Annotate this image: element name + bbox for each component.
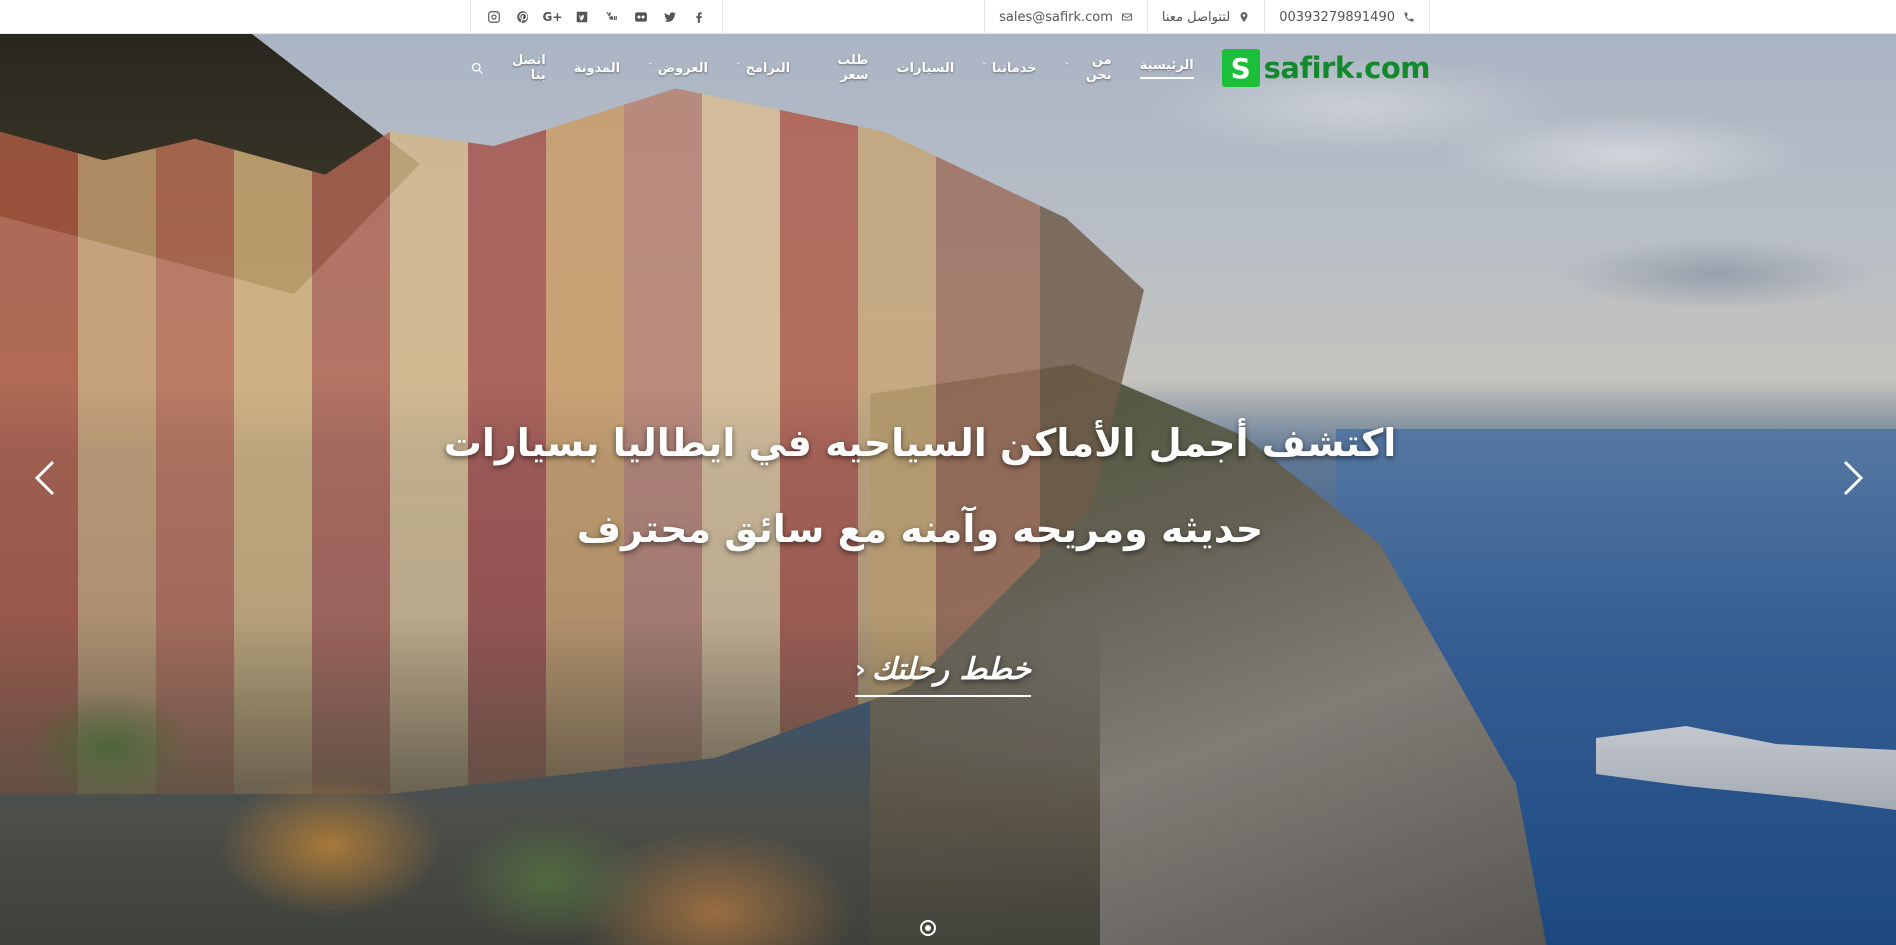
chevron-left-icon: ‹ — [855, 654, 866, 685]
map-marker-icon — [1240, 12, 1248, 22]
nav-item-programs[interactable]: البرامج ˇ — [722, 48, 804, 88]
slider-dot[interactable] — [920, 920, 936, 936]
nav-menu: الرئيسية من نحن ˇ خدماتنا ˇ السيارات طلب… — [470, 48, 1208, 88]
logo-text: safirk.com — [1263, 51, 1431, 85]
site-logo[interactable]: S safirk.com — [1221, 49, 1431, 87]
slider-next-arrow[interactable] — [1838, 455, 1868, 501]
nav-item-contact[interactable]: اتصل بنا — [490, 48, 560, 88]
contact-us-link[interactable]: لتتواصل معنا — [1146, 0, 1264, 34]
logo-badge: S — [1221, 49, 1260, 87]
plan-trip-button[interactable]: خطط رحلتك ‹ — [855, 652, 1032, 697]
nav-item-blog[interactable]: المدونة — [560, 48, 634, 88]
chevron-down-icon: ˇ — [1064, 63, 1070, 73]
chevron-down-icon: ˇ — [982, 63, 987, 73]
twitter-icon[interactable] — [662, 9, 678, 25]
facebook-icon[interactable] — [691, 9, 707, 25]
social-links: G+ — [470, 0, 723, 34]
phone-text: 00393279891490 — [1279, 9, 1395, 25]
email-text: sales@safirk.com — [999, 9, 1113, 25]
hero-heading-line-1: اكتشف أجمل الأماكن السياحيه في ايطاليا ب… — [443, 421, 1397, 465]
hero-caption: اكتشف أجمل الأماكن السياحيه في ايطاليا ب… — [420, 400, 1420, 572]
google-plus-icon[interactable]: G+ — [542, 9, 562, 25]
top-bar: G+ sales@safirk.com لتتواصل معنا 0039327… — [0, 0, 1896, 34]
nav-item-home[interactable]: الرئيسية — [1126, 48, 1208, 88]
instagram-icon[interactable] — [486, 9, 502, 25]
chevron-down-icon: ˇ — [648, 63, 653, 73]
youtube-icon[interactable] — [603, 9, 619, 25]
nav-item-about[interactable]: من نحن ˇ — [1051, 48, 1126, 88]
chevron-down-icon: ˇ — [735, 63, 741, 73]
nav-item-offers[interactable]: العروض ˇ — [634, 48, 722, 88]
top-bar-inner: G+ sales@safirk.com لتتواصل معنا 0039327… — [470, 0, 1430, 34]
vimeo-icon[interactable] — [574, 9, 590, 25]
envelope-icon — [1121, 13, 1132, 21]
nav-item-cars[interactable]: السيارات — [882, 48, 968, 88]
contact-info: sales@safirk.com لتتواصل معنا 0039327989… — [984, 0, 1430, 34]
hero-heading-line-2: حديثه ومريحه وآمنه مع سائق محترف — [576, 507, 1264, 551]
search-icon[interactable] — [470, 58, 486, 78]
main-navigation: S safirk.com الرئيسية من نحن ˇ خدماتنا ˇ… — [470, 48, 1431, 88]
slider-pagination — [920, 920, 936, 936]
plan-trip-label: خطط رحلتك — [871, 652, 1032, 687]
phone-contact[interactable]: 00393279891490 — [1264, 0, 1430, 34]
chevron-left-icon — [34, 460, 55, 496]
phone-icon — [1404, 12, 1414, 22]
slider-prev-arrow[interactable] — [30, 455, 60, 501]
nav-item-quote[interactable]: طلب سعر — [804, 48, 882, 88]
email-contact[interactable]: sales@safirk.com — [984, 0, 1147, 34]
chevron-right-icon — [1843, 460, 1864, 496]
contact-label: لتتواصل معنا — [1161, 9, 1231, 25]
nav-item-services[interactable]: خدماتنا ˇ — [968, 48, 1050, 88]
flickr-icon[interactable] — [633, 9, 649, 25]
pinterest-icon[interactable] — [515, 9, 531, 25]
